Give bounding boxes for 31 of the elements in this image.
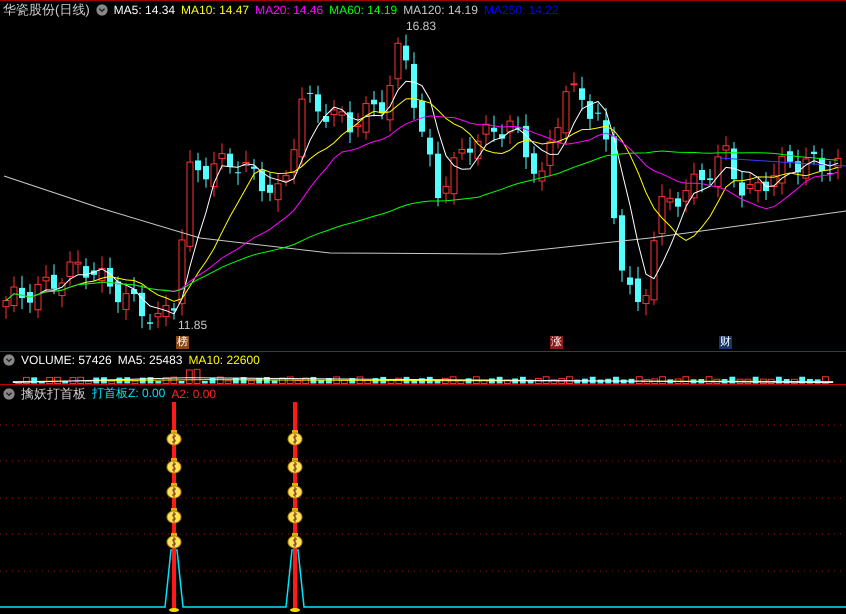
money-bag-icon <box>166 533 182 548</box>
money-bag-icon <box>288 483 302 498</box>
signal-indicator-label: 打首板Z: 0.00 <box>92 385 166 402</box>
ma-indicator-label: MA60: 14.19 <box>329 2 398 16</box>
chevron-down-icon[interactable] <box>3 354 15 366</box>
money-bag-icon <box>166 458 182 474</box>
money-bag-icon <box>166 508 182 524</box>
ma-indicator-label: MA20: 14.46 <box>255 2 324 16</box>
event-tag[interactable]: 榜 <box>176 336 189 349</box>
low-price-label: 11.85 <box>178 318 208 332</box>
chevron-down-icon[interactable] <box>96 4 108 16</box>
volume-indicator-label: VOLUME: 57426 <box>21 353 112 368</box>
money-bag-icon <box>166 430 182 446</box>
event-tag[interactable]: 涨 <box>550 336 563 349</box>
money-bag-icon <box>288 458 302 474</box>
volume-indicator-label: MA5: 25483 <box>118 353 182 368</box>
ma-indicator-label: MA10: 14.47 <box>181 2 250 16</box>
money-bag-icon <box>288 430 302 446</box>
stock-title: 华瓷股份(日线) <box>3 1 90 18</box>
chevron-down-icon[interactable] <box>3 388 15 400</box>
signal-indicator-label: A2: 0.00 <box>171 386 216 400</box>
volume-indicator-label: MA10: 22600 <box>188 353 260 368</box>
ma-indicator-label: MA5: 14.34 <box>114 2 176 16</box>
money-bag-icon <box>166 483 182 498</box>
event-tag[interactable]: 财 <box>719 336 732 349</box>
ma-indicator-label: MA250: 14.22 <box>484 2 559 16</box>
money-bag-icon <box>288 533 302 548</box>
indicator-title: 擒妖打首板 <box>21 384 86 402</box>
money-bag-icon <box>288 508 302 524</box>
ma-indicator-label: MA120: 14.19 <box>403 2 478 16</box>
high-price-label: 16.83 <box>406 19 436 33</box>
